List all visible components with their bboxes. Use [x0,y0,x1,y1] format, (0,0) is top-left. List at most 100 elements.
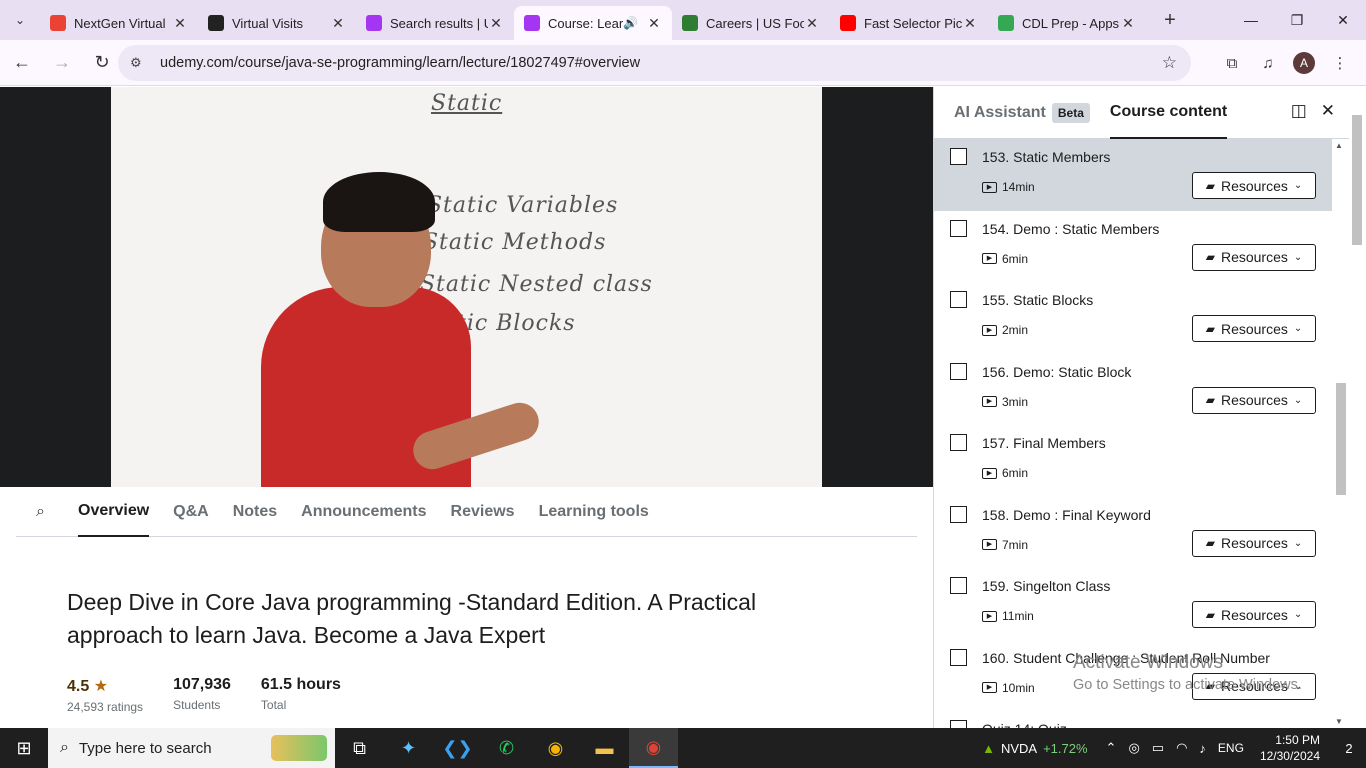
close-tab-icon[interactable]: ✕ [646,15,662,32]
presenter-hair [323,172,435,232]
resources-button[interactable]: ▰ Resources ⌄ [1192,529,1316,557]
lecture-item[interactable]: Quiz 14: Quiz [934,711,1332,728]
lecture-checkbox[interactable] [950,362,967,380]
whatsapp-icon[interactable]: ✆ [482,728,531,768]
page-scrollbar[interactable] [1349,87,1366,728]
task-view-icon[interactable]: ⧉ [335,728,384,768]
lecture-item[interactable]: 153. Static Members ▶ 14min ▰ Resources ⌄ [934,139,1332,211]
search-icon[interactable]: ⌕ [16,503,66,521]
lecture-checkbox[interactable] [950,505,967,523]
minimize-button[interactable]: — [1228,0,1274,40]
avatar[interactable]: A [1293,52,1315,74]
lecture-checkbox[interactable] [950,648,967,666]
bookmark-star-icon[interactable]: ☆ [1162,53,1177,73]
tab-announcements[interactable]: Announcements [301,488,426,537]
tab-title: Careers | US Foo [706,15,804,31]
duration-text: 14min [1002,180,1035,194]
tab-ai-assistant[interactable]: AI Assistant Beta [954,87,1090,139]
browser-tab[interactable]: Search results | U ✕ [356,6,514,40]
expand-panel-icon[interactable]: ◫ [1291,101,1307,121]
lecture-item[interactable]: 159. Singelton Class ▶ 11min ▰ Resources ⌄ [934,568,1332,640]
close-tab-icon[interactable]: ✕ [172,15,188,32]
resources-label: Resources [1220,320,1288,337]
menu-icon[interactable]: ⋮ [1322,45,1358,81]
lecture-checkbox[interactable] [950,219,967,237]
new-tab-button[interactable]: + [1154,4,1186,36]
clock[interactable]: 1:50 PM 12/30/2024 [1260,732,1320,764]
reload-button[interactable]: ↻ [84,45,120,81]
tab-notes[interactable]: Notes [233,488,277,537]
watermark-line2: Go to Settings to activate Windows. [1073,677,1302,693]
windows-start-icon[interactable]: ⊞ [0,728,48,768]
speaker-icon[interactable]: 🔊 [623,16,638,30]
lecture-checkbox[interactable] [950,434,967,451]
close-tab-icon[interactable]: ✕ [488,15,504,32]
tab-overview[interactable]: Overview [78,488,150,537]
course-tabs: ⌕ Overview Q&A Notes Announcements Revie… [16,488,917,537]
close-tab-icon[interactable]: ✕ [330,15,346,32]
wifi-icon[interactable]: ◠ [1176,740,1187,756]
copilot-icon[interactable]: ✦ [384,728,433,768]
scroll-up-icon[interactable]: ▲ [1335,141,1343,150]
lecture-item[interactable]: 156. Demo: Static Block ▶ 3min ▰ Resources ⌄ [934,354,1332,426]
tab-qa[interactable]: Q&A [173,488,209,537]
close-window-button[interactable]: ✕ [1320,0,1366,40]
search-icon: ⌕ [60,739,69,756]
media-control-icon[interactable]: ♫ [1250,45,1286,81]
resources-button[interactable]: ▰ Resources ⌄ [1192,172,1316,199]
tab-reviews[interactable]: Reviews [451,488,515,537]
close-tab-icon[interactable]: ✕ [962,15,978,32]
sidebar-scrollbar[interactable]: ▲ ▼ [1332,139,1349,728]
lecture-item[interactable]: 157. Final Members ▶ 6min [934,425,1332,497]
tab-search-button[interactable]: ⌄ [0,0,40,40]
taskbar-search[interactable]: ⌕ Type here to search [48,728,335,768]
browser-tab[interactable]: Careers | US Foo ✕ [672,6,830,40]
scroll-thumb[interactable] [1336,383,1346,495]
close-tab-icon[interactable]: ✕ [1120,15,1136,32]
tab-learning-tools[interactable]: Learning tools [539,488,649,537]
battery-icon[interactable]: ▭ [1152,740,1164,756]
lecture-item[interactable]: 154. Demo : Static Members ▶ 6min ▰ Resource… [934,211,1332,283]
volume-icon[interactable]: ♪ [1199,741,1206,756]
nvda-label[interactable]: NVDA [1001,741,1037,756]
notification-icon[interactable]: 2 [1332,728,1366,768]
resources-button[interactable]: ▰ Resources ⌄ [1192,386,1316,414]
browser-tab[interactable]: Virtual Visits ✕ [198,6,356,40]
close-icon[interactable]: ✕ [1321,101,1335,121]
security-icon[interactable]: ◎ [1128,740,1139,756]
lecture-item[interactable]: 158. Demo : Final Keyword ▶ 7min ▰ Resources… [934,497,1332,569]
video-icon: ▶ [982,682,997,693]
extensions-icon[interactable]: ⧉ [1214,45,1250,81]
chevron-up-icon[interactable]: ⌃ [1106,740,1117,756]
browser-tab[interactable]: Fast Selector Pic ✕ [830,6,988,40]
browser-tab[interactable]: Course: Lear 🔊 ✕ [514,6,672,40]
chrome-icon[interactable]: ◉ [531,728,580,768]
lecture-checkbox[interactable] [950,577,967,594]
vscode-icon[interactable]: ❮❯ [433,728,482,768]
site-info-icon[interactable]: ⚙ [130,55,150,71]
maximize-button[interactable]: ❐ [1274,0,1320,40]
browser-tab[interactable]: NextGen Virtual ✕ [40,6,198,40]
video-player[interactable]: Static · Static Variables · Static Metho… [0,87,933,487]
tab-course-content[interactable]: Course content [1109,87,1228,139]
address-bar[interactable]: ⚙ udemy.com/course/java-se-programming/l… [118,45,1191,81]
forward-button[interactable]: → [44,45,80,81]
lecture-checkbox[interactable] [950,148,967,165]
chrome-active-icon[interactable]: ◉ [629,728,678,768]
language-indicator[interactable]: ENG [1218,741,1244,755]
browser-tab[interactable]: CDL Prep - Apps ✕ [988,6,1146,40]
resources-button[interactable]: ▰ Resources ⌄ [1192,601,1316,628]
page-scroll-thumb[interactable] [1352,115,1362,245]
tab-title: Fast Selector Pic [864,15,962,31]
chevron-down-icon: ⌄ [1293,180,1303,191]
tab-title: NextGen Virtual [74,15,166,31]
lecture-checkbox[interactable] [950,720,967,728]
close-tab-icon[interactable]: ✕ [804,15,820,32]
scroll-down-icon[interactable]: ▼ [1335,717,1343,726]
file-explorer-icon[interactable]: ▬ [580,728,629,768]
resources-button[interactable]: ▰ Resources ⌄ [1192,315,1316,342]
resources-button[interactable]: ▰ Resources ⌄ [1192,243,1316,271]
back-button[interactable]: ← [4,45,40,81]
lecture-item[interactable]: 155. Static Blocks ▶ 2min ▰ Resources ⌄ [934,282,1332,354]
lecture-checkbox[interactable] [950,291,967,308]
